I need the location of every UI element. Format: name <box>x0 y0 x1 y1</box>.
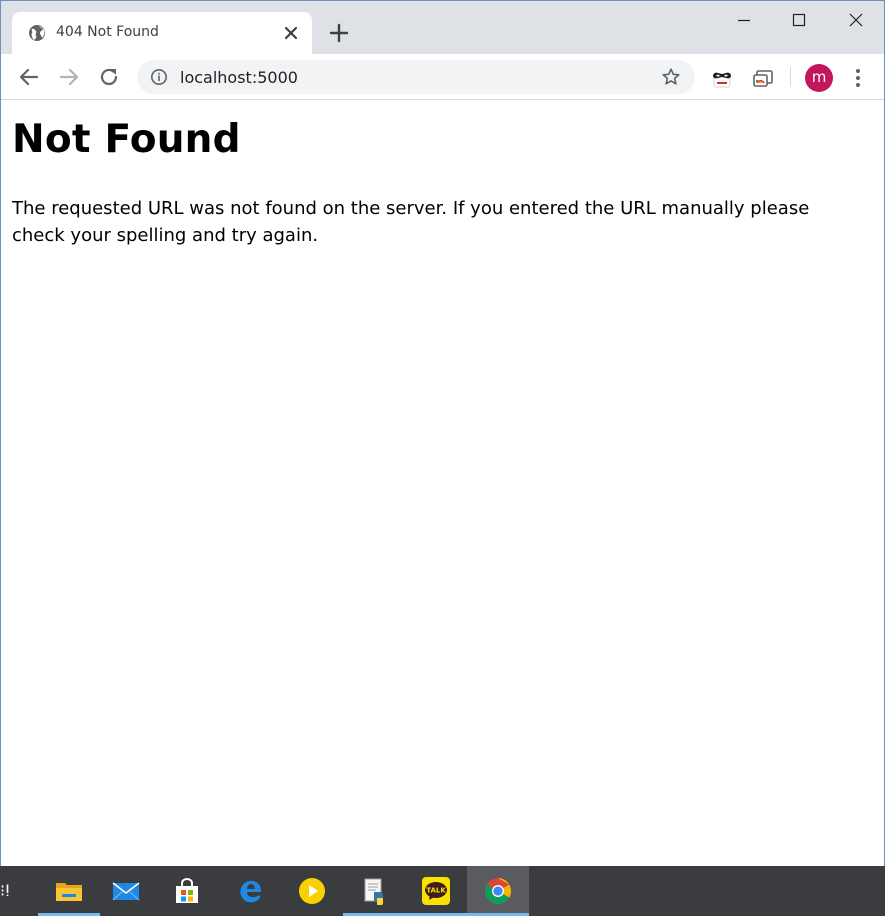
chrome-icon <box>484 877 512 905</box>
taskbar-chrome[interactable] <box>467 866 529 916</box>
page-heading: Not Found <box>12 117 241 162</box>
windows-taskbar: ⁝ⵑ TALK <box>0 866 885 916</box>
close-tab-icon[interactable] <box>282 24 300 42</box>
arrow-right-icon[interactable] <box>57 65 81 89</box>
tab-strip: 404 Not Found <box>1 1 884 54</box>
info-icon[interactable] <box>150 68 168 86</box>
profile-avatar[interactable]: m <box>805 64 833 92</box>
cast-extension-icon[interactable] <box>752 67 774 89</box>
media-player-icon <box>299 878 325 904</box>
mask-extension-icon[interactable] <box>711 67 733 89</box>
star-icon[interactable] <box>661 67 681 87</box>
globe-icon <box>29 25 45 41</box>
address-bar[interactable]: localhost:5000 <box>137 60 695 94</box>
tab-title: 404 Not Found <box>56 24 159 40</box>
arrow-left-icon[interactable] <box>17 65 41 89</box>
kakaotalk-icon: TALK <box>422 877 450 905</box>
mail-icon <box>112 882 140 901</box>
browser-toolbar: localhost:5000 m <box>1 54 884 100</box>
taskbar-mail[interactable] <box>95 866 157 916</box>
plus-icon[interactable] <box>327 21 351 45</box>
close-window-icon[interactable] <box>843 7 869 33</box>
minimize-icon[interactable] <box>731 7 757 33</box>
edge-icon <box>240 880 261 903</box>
url-text[interactable]: localhost:5000 <box>180 68 298 87</box>
taskbar-store[interactable] <box>156 866 218 916</box>
page-content: Not Found The requested URL was not foun… <box>1 101 884 867</box>
toolbar-divider <box>790 67 791 87</box>
reload-icon[interactable] <box>97 65 121 89</box>
taskbar-python-editor[interactable] <box>343 866 405 916</box>
kebab-menu-icon[interactable] <box>847 66 869 90</box>
python-editor-icon <box>364 878 383 905</box>
store-icon <box>176 878 198 903</box>
browser-window: 404 Not Found localhost:5000 m Not Found… <box>0 0 885 867</box>
error-message: The requested URL was not found on the s… <box>12 198 810 246</box>
taskbar-kakaotalk[interactable]: TALK <box>405 866 467 916</box>
maximize-icon[interactable] <box>786 7 812 33</box>
taskbar-edge[interactable] <box>219 866 281 916</box>
kakaotalk-label: TALK <box>426 887 446 895</box>
file-explorer-icon <box>56 883 82 901</box>
tab-404-not-found[interactable]: 404 Not Found <box>12 12 312 54</box>
task-view-glyph[interactable]: ⁝ⵑ <box>0 881 10 900</box>
taskbar-file-explorer[interactable] <box>38 866 100 916</box>
taskbar-media-player[interactable] <box>281 866 343 916</box>
